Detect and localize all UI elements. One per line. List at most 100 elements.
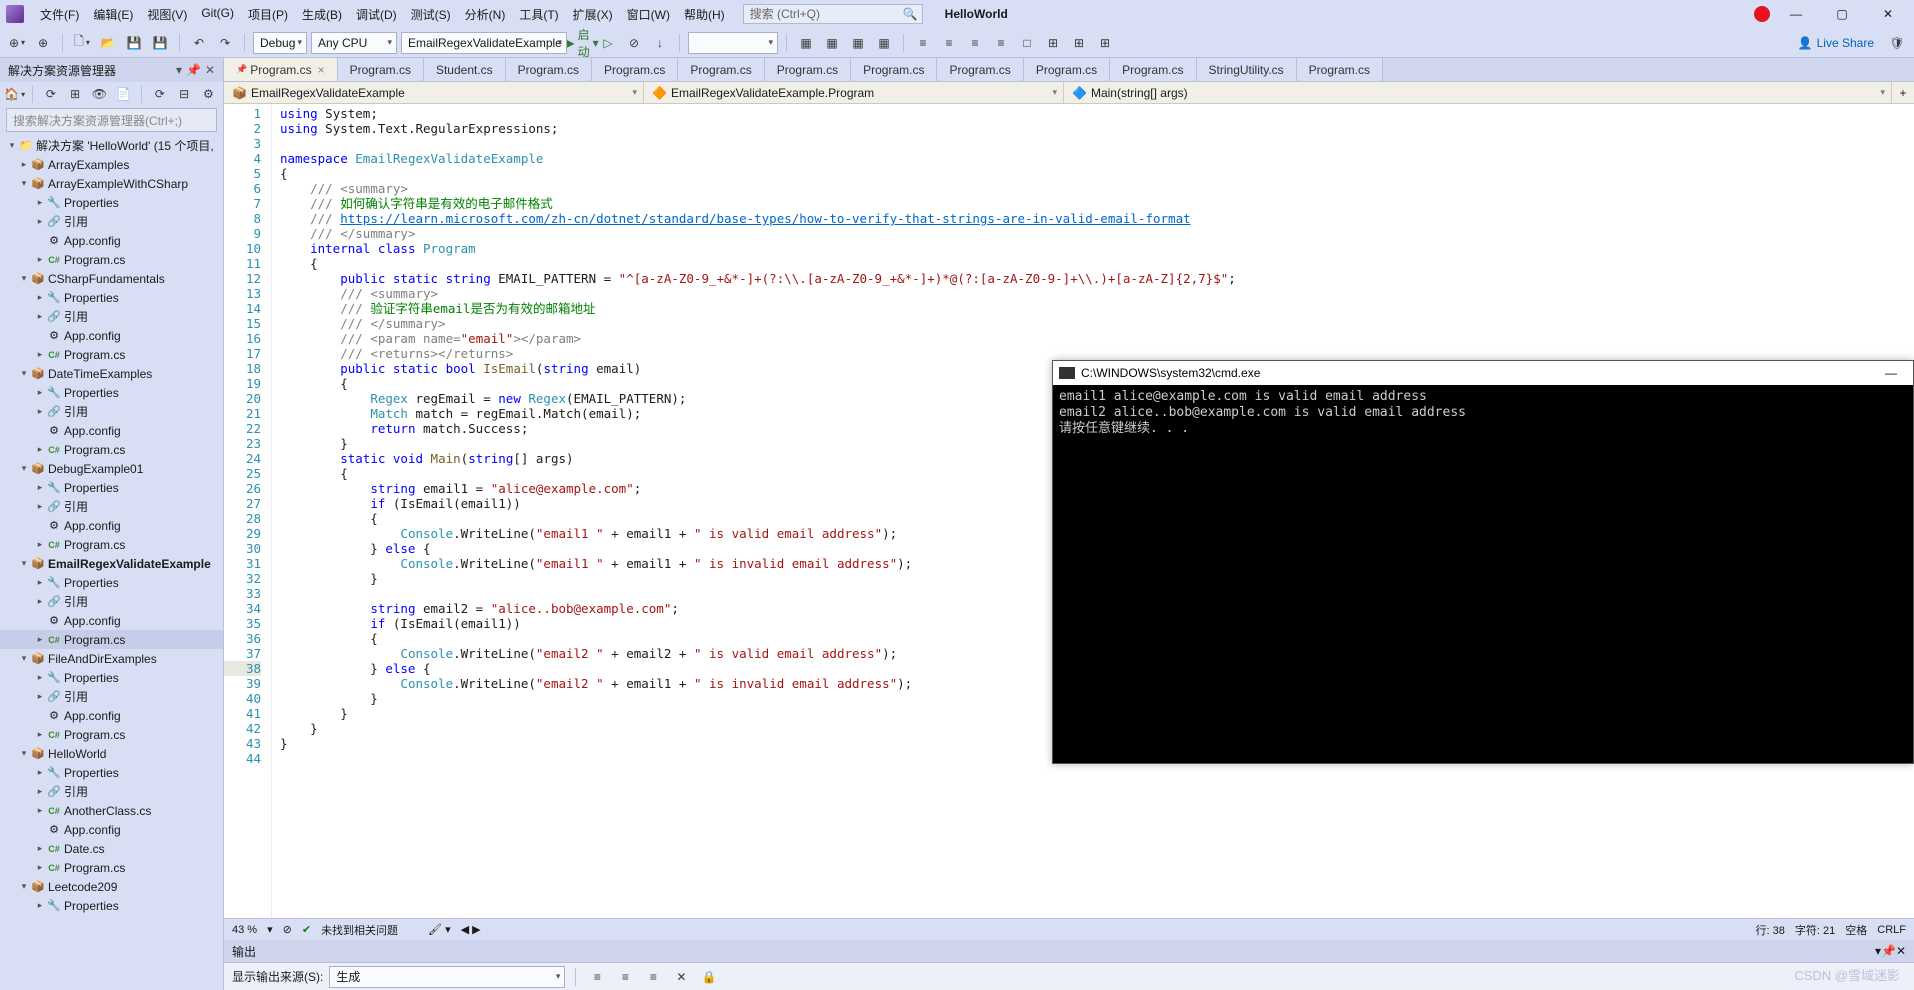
tree-node[interactable]: ▸C#Program.cs: [0, 345, 223, 364]
console-title-bar[interactable]: C:\WINDOWS\system32\cmd.exe —: [1053, 361, 1913, 385]
platform-combo[interactable]: Any CPU: [311, 32, 397, 54]
tree-node[interactable]: ▾📦Leetcode209: [0, 877, 223, 896]
refresh-button[interactable]: ⟳: [149, 83, 170, 105]
solution-search-input[interactable]: 搜索解决方案资源管理器(Ctrl+;): [6, 108, 217, 132]
menu-item[interactable]: 编辑(E): [87, 2, 139, 27]
tree-node[interactable]: ▸🔧Properties: [0, 763, 223, 782]
tree-node[interactable]: ▸C#Program.cs: [0, 250, 223, 269]
redo-button[interactable]: ↷: [214, 32, 236, 54]
save-all-button[interactable]: 💾: [149, 32, 171, 54]
new-file-button[interactable]: 🗋: [71, 32, 93, 54]
output-close-icon[interactable]: ✕: [1896, 944, 1906, 958]
tree-node[interactable]: ▸🔗引用: [0, 592, 223, 611]
start-debug-button[interactable]: ▶ 启动 ▾: [571, 32, 593, 54]
editor-tab[interactable]: Program.cs: [851, 58, 937, 81]
tree-node[interactable]: ▸C#AnotherClass.cs: [0, 801, 223, 820]
tree-node[interactable]: ▸🔧Properties: [0, 383, 223, 402]
collapse-button[interactable]: ⊟: [174, 83, 195, 105]
open-file-button[interactable]: 📂: [97, 32, 119, 54]
menu-item[interactable]: 工具(T): [513, 2, 564, 27]
tb-icon-12[interactable]: ⊞: [1094, 32, 1116, 54]
live-share-button[interactable]: 👤 Live Share: [1790, 36, 1882, 50]
tree-node[interactable]: ▾📦DebugExample01: [0, 459, 223, 478]
nav-class[interactable]: 🔶EmailRegexValidateExample.Program: [644, 82, 1064, 103]
editor-tab[interactable]: Program.cs: [224, 58, 338, 81]
menu-item[interactable]: 调试(D): [350, 2, 403, 27]
stop-button[interactable]: ⊘: [623, 32, 645, 54]
tb-icon-8[interactable]: ≡: [990, 32, 1012, 54]
tree-node[interactable]: ▾📦FileAndDirExamples: [0, 649, 223, 668]
editor-tab[interactable]: Program.cs: [592, 58, 678, 81]
startup-project-combo[interactable]: EmailRegexValidateExample: [401, 32, 567, 54]
sync-button[interactable]: ⟳: [40, 83, 61, 105]
menu-item[interactable]: 测试(S): [405, 2, 457, 27]
editor-tab[interactable]: Student.cs: [424, 58, 506, 81]
close-button[interactable]: ✕: [1868, 2, 1908, 26]
output-source-combo[interactable]: 生成: [329, 966, 565, 988]
menu-item[interactable]: 帮助(H): [678, 2, 731, 27]
undo-button[interactable]: ↶: [188, 32, 210, 54]
menu-item[interactable]: 项目(P): [242, 2, 294, 27]
tb-icon-2[interactable]: ▦: [821, 32, 843, 54]
tree-node[interactable]: ▾📦EmailRegexValidateExample: [0, 554, 223, 573]
process-combo[interactable]: [688, 32, 778, 54]
tree-node[interactable]: ⚙App.config: [0, 516, 223, 535]
output-pin-icon[interactable]: 📌: [1881, 944, 1896, 958]
tree-node[interactable]: ▸🔗引用: [0, 497, 223, 516]
tree-node[interactable]: ▸C#Program.cs: [0, 858, 223, 877]
editor-tab[interactable]: Program.cs: [765, 58, 851, 81]
prop-button[interactable]: 📄: [113, 83, 134, 105]
save-button[interactable]: 💾: [123, 32, 145, 54]
close-panel-icon[interactable]: ✕: [205, 63, 215, 77]
global-search-input[interactable]: 搜索 (Ctrl+Q) 🔍: [743, 4, 923, 24]
tb-icon-5[interactable]: ≡: [912, 32, 934, 54]
output-scroll-icon[interactable]: ≡: [642, 966, 664, 988]
tree-node[interactable]: ⚙App.config: [0, 820, 223, 839]
menu-item[interactable]: 生成(B): [296, 2, 348, 27]
output-find-icon[interactable]: ✕: [670, 966, 692, 988]
pin-icon[interactable]: 📌: [186, 63, 201, 77]
tree-node[interactable]: ▾📦ArrayExampleWithCSharp: [0, 174, 223, 193]
minimize-button[interactable]: —: [1776, 2, 1816, 26]
tree-node[interactable]: ▸🔧Properties: [0, 896, 223, 915]
tree-node[interactable]: ▸C#Program.cs: [0, 535, 223, 554]
tree-node[interactable]: ▸C#Program.cs: [0, 725, 223, 744]
tree-node[interactable]: ▸🔗引用: [0, 687, 223, 706]
config-combo[interactable]: Debug: [253, 32, 307, 54]
tb-icon-4[interactable]: ▦: [873, 32, 895, 54]
editor-tab[interactable]: Program.cs: [937, 58, 1023, 81]
tree-node[interactable]: ▸🔧Properties: [0, 288, 223, 307]
solution-tree[interactable]: ▾📁 解决方案 'HelloWorld' (15 个项目, ▸📦ArrayExa…: [0, 134, 223, 990]
tree-node[interactable]: ▸🔧Properties: [0, 478, 223, 497]
tree-node[interactable]: ▸C#Program.cs: [0, 440, 223, 459]
console-window[interactable]: C:\WINDOWS\system32\cmd.exe — email1 ali…: [1052, 360, 1914, 764]
tb-icon-7[interactable]: ≡: [964, 32, 986, 54]
tree-node[interactable]: ▸🔧Properties: [0, 193, 223, 212]
menu-item[interactable]: 分析(N): [459, 2, 512, 27]
tb-icon-9[interactable]: □: [1016, 32, 1038, 54]
showall-button[interactable]: 👁: [89, 83, 110, 105]
solution-node[interactable]: ▾📁 解决方案 'HelloWorld' (15 个项目,: [0, 136, 223, 155]
tree-node[interactable]: ⚙App.config: [0, 421, 223, 440]
dropdown-icon[interactable]: ▾: [176, 63, 182, 77]
nav-fwd-button[interactable]: ⊕: [32, 32, 54, 54]
tree-node[interactable]: ▸🔗引用: [0, 212, 223, 231]
editor-tab[interactable]: Program.cs: [506, 58, 592, 81]
tree-node[interactable]: ▸C#Date.cs: [0, 839, 223, 858]
output-lock-icon[interactable]: 🔒: [698, 966, 720, 988]
expand-button[interactable]: ⊞: [65, 83, 86, 105]
step-button[interactable]: ↓: [649, 32, 671, 54]
menu-item[interactable]: 视图(V): [141, 2, 193, 27]
editor-tab[interactable]: Program.cs: [678, 58, 764, 81]
tree-node[interactable]: ▸🔗引用: [0, 782, 223, 801]
menu-item[interactable]: 扩展(X): [567, 2, 619, 27]
menu-item[interactable]: 文件(F): [34, 2, 85, 27]
start-nodebug-button[interactable]: ▷: [597, 32, 619, 54]
editor-tab[interactable]: Program.cs: [1297, 58, 1383, 81]
output-wrap-icon[interactable]: ≡: [614, 966, 636, 988]
tree-node[interactable]: ⚙App.config: [0, 326, 223, 345]
tree-node[interactable]: ▸🔧Properties: [0, 668, 223, 687]
editor-tab[interactable]: StringUtility.cs: [1197, 58, 1297, 81]
tree-node[interactable]: ▸🔗引用: [0, 402, 223, 421]
tb-icon-6[interactable]: ≡: [938, 32, 960, 54]
